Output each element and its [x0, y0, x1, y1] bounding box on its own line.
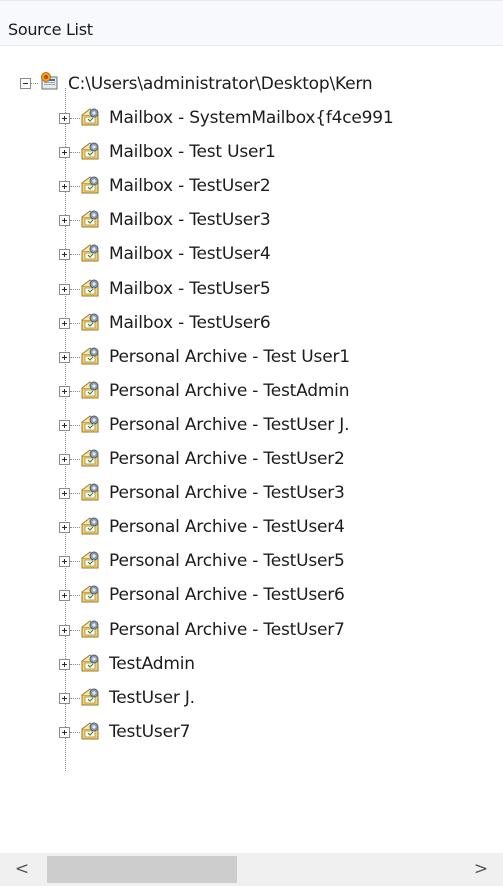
mailbox-icon [81, 654, 99, 672]
tree-item-label: TestUser J. [109, 688, 195, 708]
tree-item-label: Personal Archive - TestUser J. [109, 415, 350, 435]
scroll-right-arrow-icon[interactable]: > [463, 853, 499, 886]
expand-toggle-icon[interactable] [59, 625, 70, 636]
expand-toggle-icon[interactable] [59, 590, 70, 601]
source-list-panel: C:\Users\administrator\Desktop\Kern Mail… [0, 0, 503, 890]
mailbox-icon [81, 244, 99, 262]
mailbox-icon [81, 415, 99, 433]
tree-item-label: Personal Archive - TestUser7 [109, 620, 345, 640]
collapse-toggle-icon[interactable] [20, 78, 31, 89]
tree-item[interactable]: TestUser J. [0, 681, 503, 715]
mailbox-icon [81, 381, 99, 399]
expand-toggle-icon[interactable] [59, 181, 70, 192]
tree-item-label: Personal Archive - TestUser3 [109, 483, 345, 503]
mailbox-icon [81, 142, 99, 160]
mailbox-icon [81, 585, 99, 603]
expand-toggle-icon[interactable] [59, 249, 70, 260]
tree-item[interactable]: Personal Archive - TestUser7 [0, 613, 503, 647]
tree-item[interactable]: Mailbox - TestUser2 [0, 169, 503, 203]
tree-root-label: C:\Users\administrator\Desktop\Kern [68, 74, 373, 94]
tree-item[interactable]: Personal Archive - TestUser5 [0, 544, 503, 578]
expand-toggle-icon[interactable] [59, 454, 70, 465]
tree-item-label: Mailbox - TestUser3 [109, 210, 271, 230]
mailbox-icon [81, 722, 99, 740]
tree-item[interactable]: Personal Archive - Test User1 [0, 340, 503, 374]
expand-toggle-icon[interactable] [59, 727, 70, 738]
expand-toggle-icon[interactable] [59, 113, 70, 124]
mailbox-icon [81, 210, 99, 228]
scroll-left-arrow-icon[interactable]: < [4, 853, 40, 886]
expand-toggle-icon[interactable] [59, 420, 70, 431]
tree-item[interactable]: Personal Archive - TestUser6 [0, 578, 503, 612]
source-list-header: Source List [0, 0, 503, 46]
tree-item-label: Personal Archive - TestAdmin [109, 381, 350, 401]
tree-item[interactable]: Personal Archive - TestAdmin [0, 374, 503, 408]
tree-item-label: Personal Archive - Test User1 [109, 347, 350, 367]
source-list-title: Source List [8, 20, 93, 39]
tree-item[interactable]: Personal Archive - TestUser4 [0, 510, 503, 544]
expand-toggle-icon[interactable] [59, 522, 70, 533]
tree-item[interactable]: Personal Archive - TestUser3 [0, 476, 503, 510]
expand-toggle-icon[interactable] [59, 693, 70, 704]
expand-toggle-icon[interactable] [59, 147, 70, 158]
tree-item[interactable]: TestUser7 [0, 715, 503, 749]
tree-item[interactable]: TestAdmin [0, 647, 503, 681]
tree-item[interactable]: Mailbox - TestUser4 [0, 237, 503, 271]
expand-toggle-icon[interactable] [59, 318, 70, 329]
tree-item[interactable]: Mailbox - TestUser5 [0, 272, 503, 306]
tree-item[interactable]: Mailbox - TestUser6 [0, 306, 503, 340]
mailbox-icon [81, 313, 99, 331]
tree-item-label: Mailbox - SystemMailbox{f4ce991 [109, 108, 394, 128]
tree-item-label: Mailbox - TestUser5 [109, 279, 271, 299]
expand-toggle-icon[interactable] [59, 352, 70, 363]
tree-item-label: Personal Archive - TestUser5 [109, 551, 345, 571]
mailbox-icon [81, 176, 99, 194]
tree-item[interactable]: Personal Archive - TestUser2 [0, 442, 503, 476]
mailbox-icon [81, 620, 99, 638]
tree-item[interactable]: Mailbox - TestUser3 [0, 203, 503, 237]
mailbox-icon [81, 108, 99, 126]
tree-item-label: Mailbox - TestUser6 [109, 313, 271, 333]
expand-toggle-icon[interactable] [59, 215, 70, 226]
tree-root-row[interactable]: C:\Users\administrator\Desktop\Kern [0, 67, 503, 101]
tree-item[interactable]: Mailbox - SystemMailbox{f4ce991 [0, 101, 503, 135]
tree-item-label: Mailbox - Test User1 [109, 142, 276, 162]
tree-item-label: Personal Archive - TestUser2 [109, 449, 345, 469]
mailbox-icon [81, 551, 99, 569]
mailbox-icon [81, 347, 99, 365]
expand-toggle-icon[interactable] [59, 488, 70, 499]
expand-toggle-icon[interactable] [59, 659, 70, 670]
mailbox-icon [81, 449, 99, 467]
mailbox-icon [81, 688, 99, 706]
expand-toggle-icon[interactable] [59, 386, 70, 397]
pst-folder-icon [41, 72, 58, 90]
expand-toggle-icon[interactable] [59, 556, 70, 567]
tree-item[interactable]: Personal Archive - TestUser J. [0, 408, 503, 442]
tree-item-label: Personal Archive - TestUser4 [109, 517, 345, 537]
source-tree[interactable]: C:\Users\administrator\Desktop\Kern Mail… [0, 0, 503, 840]
tree-item-label: Mailbox - TestUser4 [109, 244, 271, 264]
tree-item-label: Personal Archive - TestUser6 [109, 585, 345, 605]
expand-toggle-icon[interactable] [59, 284, 70, 295]
tree-item[interactable]: Mailbox - Test User1 [0, 135, 503, 169]
tree-item-label: TestUser7 [109, 722, 191, 742]
tree-item-label: TestAdmin [109, 654, 195, 674]
tree-item-label: Mailbox - TestUser2 [109, 176, 271, 196]
mailbox-icon [81, 483, 99, 501]
scrollbar-thumb[interactable] [47, 856, 237, 883]
horizontal-scrollbar[interactable]: < > [0, 853, 503, 886]
mailbox-icon [81, 279, 99, 297]
mailbox-icon [81, 517, 99, 535]
